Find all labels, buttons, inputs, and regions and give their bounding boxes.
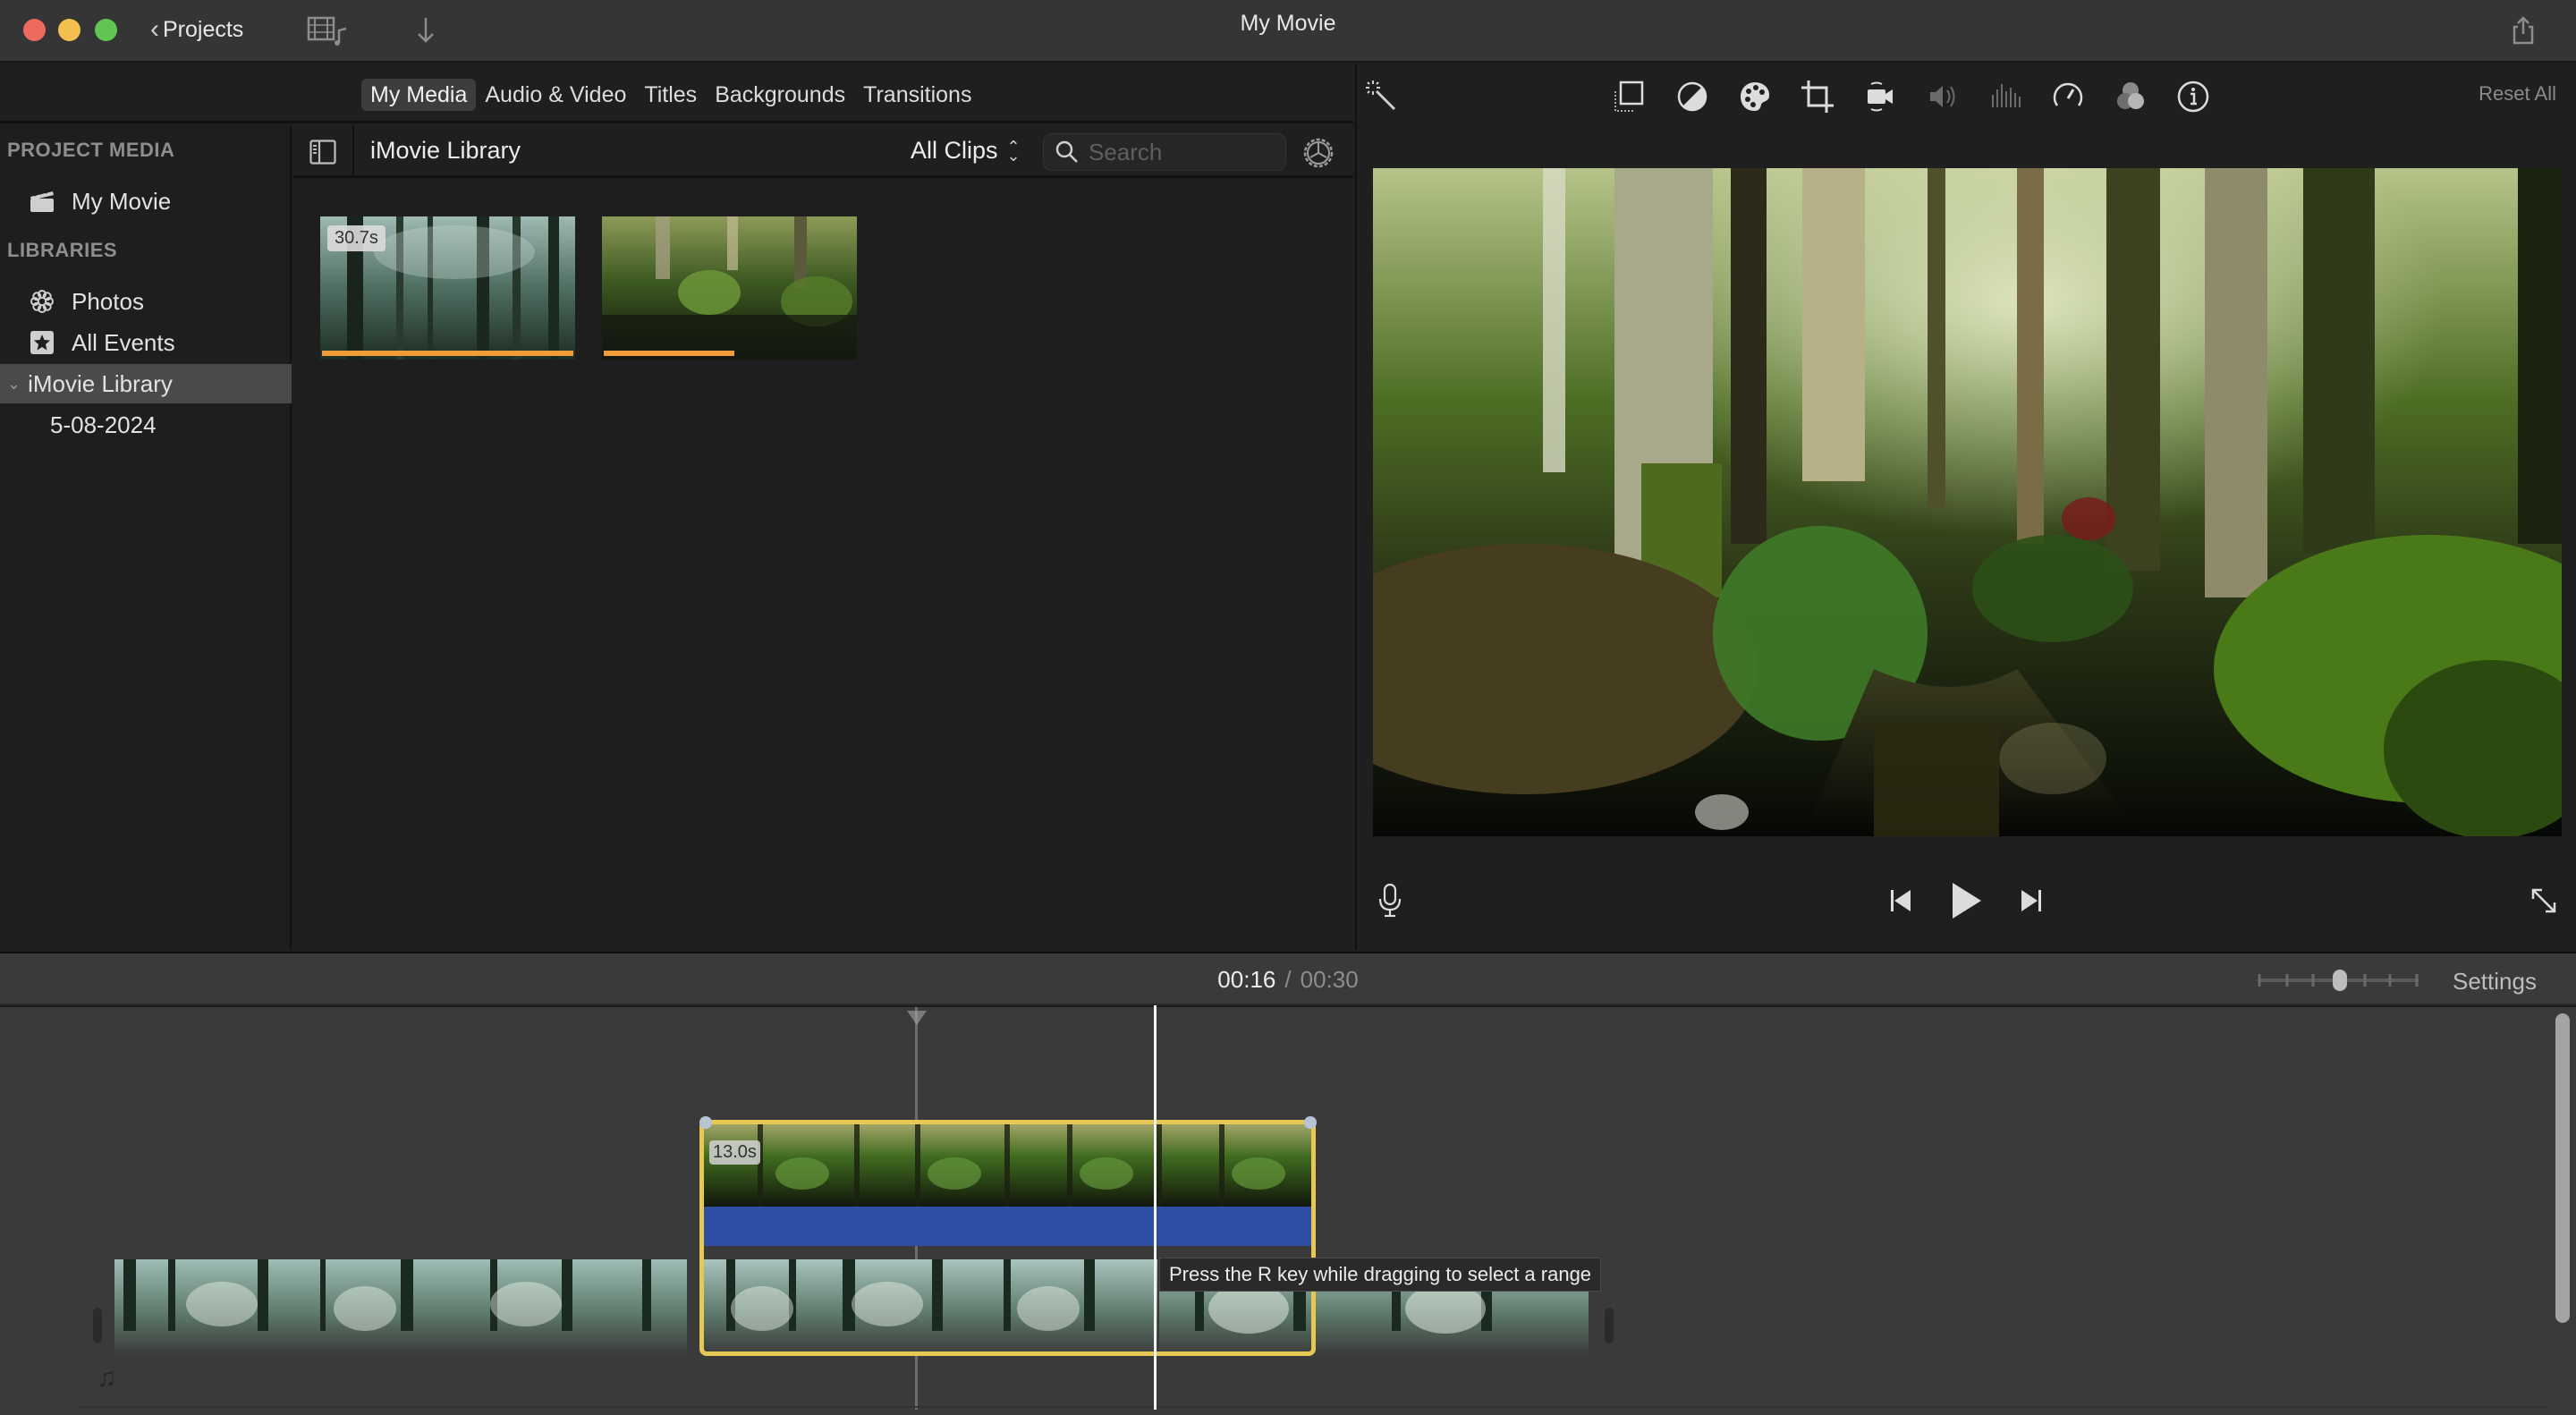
clip-filter-dropdown[interactable]: All Clips ⌃ ⌄ [911, 137, 1021, 165]
libraries-heading: LIBRARIES [7, 239, 118, 261]
timeline-vertical-scrollbar[interactable] [2555, 1013, 2570, 1323]
clip-duration-badge: 30.7s [327, 225, 386, 251]
used-range-bar [604, 351, 734, 356]
clip-trim-handle-right[interactable] [1304, 1116, 1317, 1129]
sidebar-item-photos[interactable]: Photos [0, 282, 292, 321]
timeline-header: 00:16 / 00:30 Settings [0, 952, 2576, 1005]
volume-icon[interactable] [1923, 77, 1962, 116]
forest-stream-image [1373, 168, 2562, 836]
sidebar-item-label: All Events [72, 328, 175, 356]
color-palette-icon[interactable] [1735, 77, 1775, 116]
viewer-panel: Reset All [1355, 64, 2576, 950]
playhead[interactable] [1154, 1005, 1157, 1410]
tooltip: Press the R key while dragging to select… [1159, 1258, 1602, 1292]
search-field[interactable] [1043, 133, 1286, 171]
project-media-heading: PROJECT MEDIA [7, 139, 175, 161]
clapperboard-icon [29, 188, 55, 215]
search-input[interactable] [1089, 138, 1267, 166]
sidebar-item-label: 5-08-2024 [50, 411, 157, 438]
clip-trim-handle-left[interactable] [699, 1116, 712, 1129]
timeline-zoom-slider[interactable] [2256, 970, 2422, 991]
zoom-slider-thumb[interactable] [2333, 970, 2347, 991]
skip-back-icon [1891, 890, 1911, 911]
updown-chevron-icon: ⌃ ⌄ [1006, 137, 1021, 165]
cutaway-clip-audio-waveform [704, 1207, 1311, 1246]
disclosure-chevron-icon[interactable]: ⌄ [7, 375, 21, 394]
browser-tabs-bar: My Media Audio & Video Titles Background… [0, 64, 1353, 123]
title-bar: ‹ Projects My Movie [0, 0, 2576, 63]
microphone-icon[interactable] [1368, 878, 1412, 923]
tab-transitions[interactable]: Transitions [854, 79, 980, 111]
storyline-clip-filmstrip [114, 1259, 687, 1356]
speed-icon[interactable] [2048, 77, 2088, 116]
share-icon[interactable] [2507, 14, 2543, 47]
sidebar-item-label: My Movie [72, 187, 172, 215]
play-icon [1953, 883, 1981, 919]
color-balance-icon[interactable] [1673, 77, 1712, 116]
equalizer-icon[interactable] [1986, 77, 2025, 116]
music-note-icon: ♫ [97, 1363, 117, 1393]
cutaway-clip[interactable]: 13.0s [699, 1120, 1316, 1356]
background-music-well[interactable] [79, 1406, 2547, 1408]
library-title: iMovie Library [370, 137, 521, 164]
photos-flower-icon [29, 288, 55, 315]
sidebar-item-imovie-library[interactable]: ⌄ iMovie Library [0, 364, 292, 403]
skip-forward-button[interactable] [2008, 878, 2053, 923]
timeline-settings-button[interactable]: Settings [2453, 968, 2537, 996]
clip-duration-badge: 13.0s [709, 1140, 760, 1165]
media-browser-header: iMovie Library All Clips ⌃ ⌄ [293, 126, 1353, 178]
reset-all-button[interactable]: Reset All [2479, 82, 2556, 106]
tab-audio-video[interactable]: Audio & Video [476, 79, 635, 111]
search-icon [1055, 140, 1078, 163]
sidebar-toggle-icon [309, 140, 336, 165]
sidebar-item-all-events[interactable]: All Events [0, 323, 292, 362]
current-time: 00:16 [1217, 966, 1276, 993]
sidebar-item-event-date[interactable]: 5-08-2024 [0, 405, 292, 445]
stabilization-camera-icon[interactable] [1860, 77, 1900, 116]
crop-icon[interactable] [1798, 77, 1837, 116]
skip-back-button[interactable] [1879, 878, 1924, 923]
libraries-sidebar: PROJECT MEDIA My Movie LIBRARIES Photos … [0, 126, 292, 950]
sidebar-item-label: iMovie Library [28, 369, 173, 397]
storyline-end-handle[interactable] [1605, 1308, 1614, 1343]
cutaway-clip-filmstrip [704, 1124, 1311, 1207]
media-clip-thumbnail[interactable]: 30.7s [320, 216, 575, 360]
sidebar-item-label: Photos [72, 287, 144, 315]
window-title: My Movie [1240, 11, 1336, 36]
tab-backgrounds[interactable]: Backgrounds [706, 79, 854, 111]
star-icon [29, 329, 55, 356]
total-time: 00:30 [1300, 966, 1359, 993]
forest-stream-thumbnail-image [602, 216, 857, 360]
time-separator: / [1284, 966, 1292, 993]
storyline-clip[interactable] [114, 1259, 687, 1356]
timeline[interactable]: 13.0s ♫ Press the R key while dragging t… [0, 1005, 2576, 1415]
media-browser: 30.7s [293, 181, 1353, 950]
tab-my-media[interactable]: My Media [361, 79, 477, 111]
play-button[interactable] [1943, 878, 1987, 923]
media-clip-thumbnail[interactable] [602, 216, 857, 360]
tab-titles[interactable]: Titles [635, 79, 706, 111]
timecode-display: 00:16 / 00:30 [0, 966, 2576, 994]
skip-forward-icon [2021, 890, 2041, 911]
storyline-start-handle[interactable] [93, 1308, 102, 1343]
viewer-video-frame [1373, 168, 2562, 836]
sidebar-toggle-button[interactable] [293, 126, 354, 178]
magic-wand-icon[interactable] [1362, 77, 1402, 116]
browser-tabs: My Media Audio & Video Titles Background… [361, 79, 980, 111]
gear-icon[interactable] [1301, 135, 1336, 171]
clip-filter-icon[interactable] [2111, 77, 2150, 116]
used-range-bar [322, 351, 573, 356]
clip-filter-value: All Clips [911, 137, 998, 164]
crop-to-fill-icon[interactable] [1610, 77, 1649, 116]
fullscreen-icon[interactable] [2521, 878, 2566, 923]
sidebar-item-my-movie[interactable]: My Movie [0, 182, 292, 221]
info-icon[interactable] [2174, 77, 2213, 116]
